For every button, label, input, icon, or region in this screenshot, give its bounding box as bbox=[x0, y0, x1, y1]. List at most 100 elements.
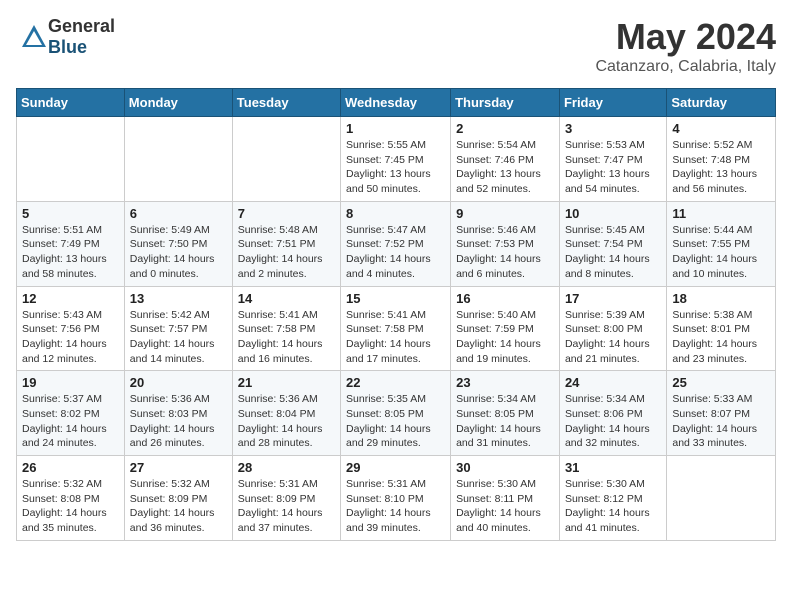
calendar-cell: 24 Sunrise: 5:34 AM Sunset: 8:06 PM Dayli… bbox=[559, 371, 666, 456]
calendar-cell bbox=[17, 117, 125, 202]
week-row-1: 1 Sunrise: 5:55 AM Sunset: 7:45 PM Daylig… bbox=[17, 117, 776, 202]
week-row-5: 26 Sunrise: 5:32 AM Sunset: 8:08 PM Dayli… bbox=[17, 456, 776, 541]
day-info: Sunrise: 5:38 AM Sunset: 8:01 PM Dayligh… bbox=[672, 308, 770, 367]
day-info: Sunrise: 5:31 AM Sunset: 8:09 PM Dayligh… bbox=[238, 477, 335, 536]
calendar-cell: 14Sunrise: 5:41 AM Sunset: 7:58 PM Dayli… bbox=[232, 286, 340, 371]
calendar-cell: 18 Sunrise: 5:38 AM Sunset: 8:01 PM Dayli… bbox=[667, 286, 776, 371]
calendar-cell: 17 Sunrise: 5:39 AM Sunset: 8:00 PM Dayli… bbox=[559, 286, 666, 371]
calendar-cell: 30 Sunrise: 5:30 AM Sunset: 8:11 PM Dayli… bbox=[451, 456, 560, 541]
logo-general-text: General bbox=[48, 16, 115, 36]
day-info: Sunrise: 5:36 AM Sunset: 8:04 PM Dayligh… bbox=[238, 392, 335, 451]
col-friday: Friday bbox=[559, 89, 666, 117]
day-info: Sunrise: 5:39 AM Sunset: 8:00 PM Dayligh… bbox=[565, 308, 661, 367]
calendar-cell bbox=[124, 117, 232, 202]
day-info: Sunrise: 5:37 AM Sunset: 8:02 PM Dayligh… bbox=[22, 392, 119, 451]
col-wednesday: Wednesday bbox=[341, 89, 451, 117]
day-number: 31 bbox=[565, 460, 661, 475]
day-number: 25 bbox=[672, 375, 770, 390]
day-info: Sunrise: 5:40 AM Sunset: 7:59 PM Dayligh… bbox=[456, 308, 554, 367]
day-number: 27 bbox=[130, 460, 227, 475]
day-info: Sunrise: 5:41 AM Sunset: 7:58 PM Dayligh… bbox=[238, 308, 335, 367]
calendar-table: Sunday Monday Tuesday Wednesday Thursday… bbox=[16, 88, 776, 541]
day-info: Sunrise: 5:34 AM Sunset: 8:05 PM Dayligh… bbox=[456, 392, 554, 451]
day-number: 3 bbox=[565, 121, 661, 136]
calendar-cell: 3 Sunrise: 5:53 AM Sunset: 7:47 PM Daylig… bbox=[559, 117, 666, 202]
calendar-cell: 7Sunrise: 5:48 AM Sunset: 7:51 PM Daylig… bbox=[232, 201, 340, 286]
day-info: Sunrise: 5:30 AM Sunset: 8:12 PM Dayligh… bbox=[565, 477, 661, 536]
day-info: Sunrise: 5:46 AM Sunset: 7:53 PM Dayligh… bbox=[456, 223, 554, 282]
calendar-cell bbox=[232, 117, 340, 202]
day-info: Sunrise: 5:55 AM Sunset: 7:45 PM Dayligh… bbox=[346, 138, 445, 197]
day-number: 28 bbox=[238, 460, 335, 475]
day-number: 7 bbox=[238, 206, 335, 221]
day-info: Sunrise: 5:35 AM Sunset: 8:05 PM Dayligh… bbox=[346, 392, 445, 451]
calendar-cell: 26 Sunrise: 5:32 AM Sunset: 8:08 PM Dayli… bbox=[17, 456, 125, 541]
day-number: 19 bbox=[22, 375, 119, 390]
day-info: Sunrise: 5:36 AM Sunset: 8:03 PM Dayligh… bbox=[130, 392, 227, 451]
title-area: May 2024 Catanzaro, Calabria, Italy bbox=[595, 16, 776, 76]
day-number: 24 bbox=[565, 375, 661, 390]
week-row-3: 12 Sunrise: 5:43 AM Sunset: 7:56 PM Dayli… bbox=[17, 286, 776, 371]
day-number: 30 bbox=[456, 460, 554, 475]
day-number: 11 bbox=[672, 206, 770, 221]
col-tuesday: Tuesday bbox=[232, 89, 340, 117]
day-info: Sunrise: 5:43 AM Sunset: 7:56 PM Dayligh… bbox=[22, 308, 119, 367]
day-number: 6 bbox=[130, 206, 227, 221]
day-info: Sunrise: 5:53 AM Sunset: 7:47 PM Dayligh… bbox=[565, 138, 661, 197]
day-number: 17 bbox=[565, 291, 661, 306]
calendar-cell: 11 Sunrise: 5:44 AM Sunset: 7:55 PM Dayli… bbox=[667, 201, 776, 286]
calendar-cell: 8 Sunrise: 5:47 AM Sunset: 7:52 PM Daylig… bbox=[341, 201, 451, 286]
calendar-cell: 16Sunrise: 5:40 AM Sunset: 7:59 PM Dayli… bbox=[451, 286, 560, 371]
day-info: Sunrise: 5:54 AM Sunset: 7:46 PM Dayligh… bbox=[456, 138, 554, 197]
calendar-cell: 23 Sunrise: 5:34 AM Sunset: 8:05 PM Dayli… bbox=[451, 371, 560, 456]
day-info: Sunrise: 5:31 AM Sunset: 8:10 PM Dayligh… bbox=[346, 477, 445, 536]
day-info: Sunrise: 5:51 AM Sunset: 7:49 PM Dayligh… bbox=[22, 223, 119, 282]
calendar-cell: 27 Sunrise: 5:32 AM Sunset: 8:09 PM Dayli… bbox=[124, 456, 232, 541]
day-number: 2 bbox=[456, 121, 554, 136]
calendar-cell: 29Sunrise: 5:31 AM Sunset: 8:10 PM Dayli… bbox=[341, 456, 451, 541]
calendar-cell: 2 Sunrise: 5:54 AM Sunset: 7:46 PM Daylig… bbox=[451, 117, 560, 202]
location-title: Catanzaro, Calabria, Italy bbox=[595, 58, 776, 76]
day-number: 5 bbox=[22, 206, 119, 221]
calendar-cell: 25 Sunrise: 5:33 AM Sunset: 8:07 PM Dayli… bbox=[667, 371, 776, 456]
calendar-cell: 19 Sunrise: 5:37 AM Sunset: 8:02 PM Dayli… bbox=[17, 371, 125, 456]
calendar-cell: 9Sunrise: 5:46 AM Sunset: 7:53 PM Daylig… bbox=[451, 201, 560, 286]
calendar-cell: 6 Sunrise: 5:49 AM Sunset: 7:50 PM Daylig… bbox=[124, 201, 232, 286]
day-number: 10 bbox=[565, 206, 661, 221]
day-number: 26 bbox=[22, 460, 119, 475]
day-number: 20 bbox=[130, 375, 227, 390]
logo: General Blue bbox=[16, 16, 115, 58]
day-number: 8 bbox=[346, 206, 445, 221]
header: General Blue May 2024 Catanzaro, Calabri… bbox=[16, 16, 776, 76]
day-number: 12 bbox=[22, 291, 119, 306]
col-monday: Monday bbox=[124, 89, 232, 117]
day-number: 15 bbox=[346, 291, 445, 306]
day-number: 13 bbox=[130, 291, 227, 306]
day-info: Sunrise: 5:52 AM Sunset: 7:48 PM Dayligh… bbox=[672, 138, 770, 197]
day-info: Sunrise: 5:44 AM Sunset: 7:55 PM Dayligh… bbox=[672, 223, 770, 282]
day-number: 18 bbox=[672, 291, 770, 306]
day-info: Sunrise: 5:47 AM Sunset: 7:52 PM Dayligh… bbox=[346, 223, 445, 282]
col-saturday: Saturday bbox=[667, 89, 776, 117]
day-info: Sunrise: 5:41 AM Sunset: 7:58 PM Dayligh… bbox=[346, 308, 445, 367]
day-info: Sunrise: 5:49 AM Sunset: 7:50 PM Dayligh… bbox=[130, 223, 227, 282]
calendar-cell: 1 Sunrise: 5:55 AM Sunset: 7:45 PM Daylig… bbox=[341, 117, 451, 202]
calendar-cell: 22 Sunrise: 5:35 AM Sunset: 8:05 PM Dayli… bbox=[341, 371, 451, 456]
header-row: Sunday Monday Tuesday Wednesday Thursday… bbox=[17, 89, 776, 117]
day-info: Sunrise: 5:30 AM Sunset: 8:11 PM Dayligh… bbox=[456, 477, 554, 536]
day-info: Sunrise: 5:32 AM Sunset: 8:09 PM Dayligh… bbox=[130, 477, 227, 536]
calendar-cell: 10 Sunrise: 5:45 AM Sunset: 7:54 PM Dayli… bbox=[559, 201, 666, 286]
calendar-cell: 12 Sunrise: 5:43 AM Sunset: 7:56 PM Dayli… bbox=[17, 286, 125, 371]
day-info: Sunrise: 5:33 AM Sunset: 8:07 PM Dayligh… bbox=[672, 392, 770, 451]
day-info: Sunrise: 5:34 AM Sunset: 8:06 PM Dayligh… bbox=[565, 392, 661, 451]
day-number: 23 bbox=[456, 375, 554, 390]
logo-icon bbox=[20, 23, 48, 51]
day-number: 22 bbox=[346, 375, 445, 390]
day-info: Sunrise: 5:45 AM Sunset: 7:54 PM Dayligh… bbox=[565, 223, 661, 282]
calendar-cell: 20 Sunrise: 5:36 AM Sunset: 8:03 PM Dayli… bbox=[124, 371, 232, 456]
calendar-cell: 31 Sunrise: 5:30 AM Sunset: 8:12 PM Dayli… bbox=[559, 456, 666, 541]
day-info: Sunrise: 5:32 AM Sunset: 8:08 PM Dayligh… bbox=[22, 477, 119, 536]
logo-blue-text: Blue bbox=[48, 37, 87, 57]
calendar-cell: 4Sunrise: 5:52 AM Sunset: 7:48 PM Daylig… bbox=[667, 117, 776, 202]
day-number: 1 bbox=[346, 121, 445, 136]
